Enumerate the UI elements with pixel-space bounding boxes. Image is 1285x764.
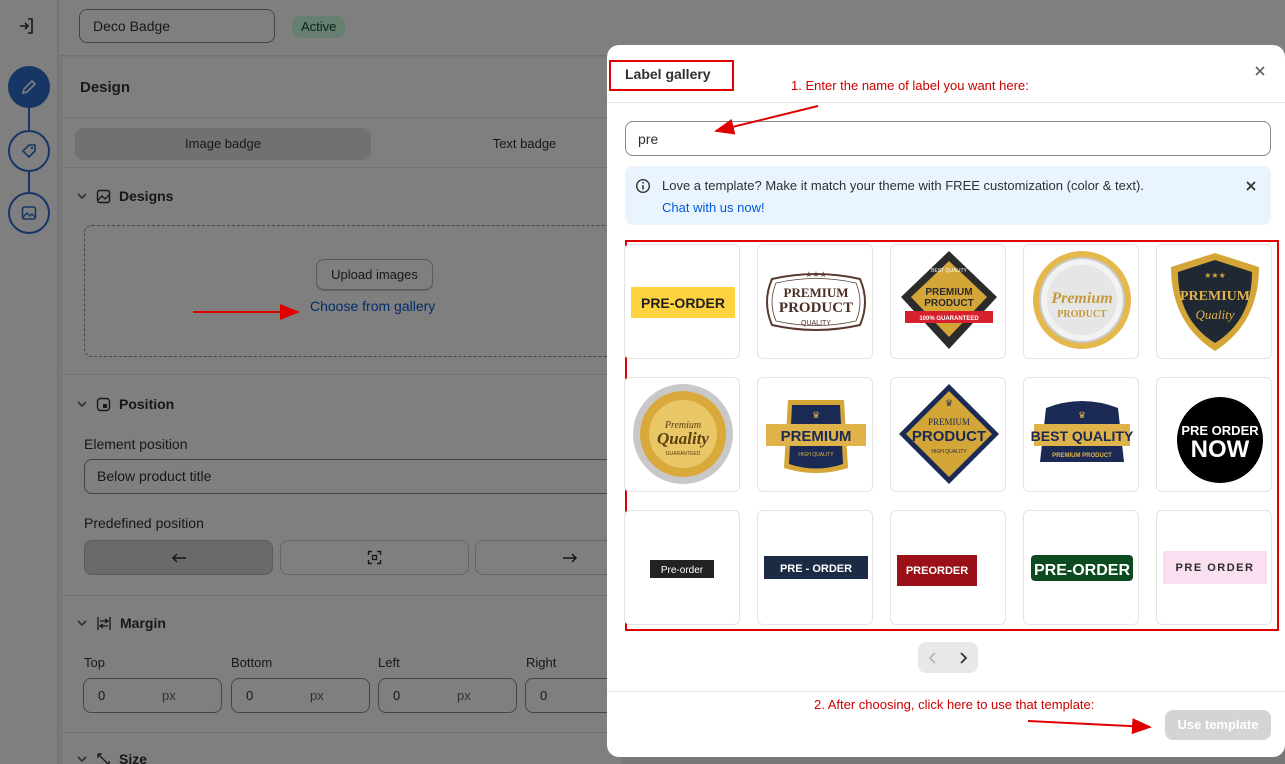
next-page-button[interactable] (948, 642, 978, 673)
previous-page-button[interactable] (918, 642, 948, 673)
svg-text:PREMIUM: PREMIUM (925, 287, 972, 298)
svg-text:Pre-order: Pre-order (661, 565, 704, 576)
svg-text:Quality: Quality (1196, 307, 1235, 322)
badge-preview: PRE-ORDER (1031, 555, 1133, 581)
svg-text:♛: ♛ (1078, 410, 1086, 420)
badge-template-card[interactable]: PRE-ORDER (624, 244, 740, 359)
badge-template-card[interactable]: ♛ PREMIUM PRODUCT HIGH QUALITY (890, 377, 1006, 492)
chat-with-us-link[interactable]: Chat with us now! (662, 200, 765, 215)
svg-text:HIGH QUALITY: HIGH QUALITY (931, 449, 967, 455)
divider (607, 102, 1285, 103)
badge-template-card[interactable]: ♛ BEST QUALITY PREMIUM PRODUCT (1023, 377, 1139, 492)
badge-template-card[interactable]: PREORDER (890, 510, 1006, 625)
pagination (918, 642, 978, 673)
badge-template-card[interactable]: ★★★ PREMIUM PRODUCT QUALITY (757, 244, 873, 359)
svg-text:★★★: ★★★ (1204, 271, 1226, 280)
badge-template-card[interactable]: BEST QUALITY PREMIUM PRODUCT 100% GUARAN… (890, 244, 1006, 359)
svg-text:PREMIUM: PREMIUM (781, 428, 852, 445)
badge-template-card[interactable]: Pre-order (624, 510, 740, 625)
svg-text:100% GUARANTEED: 100% GUARANTEED (919, 316, 979, 322)
svg-text:QUALITY: QUALITY (801, 320, 831, 327)
svg-text:PREMIUM PRODUCT: PREMIUM PRODUCT (1052, 453, 1112, 459)
svg-text:BEST QUALITY: BEST QUALITY (1031, 428, 1134, 444)
svg-text:PREMIUM: PREMIUM (784, 285, 849, 300)
svg-text:Premium: Premium (1050, 290, 1112, 307)
chevron-left-icon (928, 651, 936, 664)
badge-preview: ★★★ PREMIUM PRODUCT QUALITY (766, 270, 866, 331)
svg-text:PREMIUM: PREMIUM (928, 417, 970, 427)
svg-text:PRE ORDER: PRE ORDER (1176, 562, 1255, 574)
badge-preview: Premium PRODUCT (1033, 251, 1131, 349)
svg-text:PRE-ORDER: PRE-ORDER (1034, 562, 1130, 579)
badge-template-card[interactable]: PRE-ORDER (1023, 510, 1139, 625)
info-icon (635, 178, 651, 194)
badge-preview: Premium Quality GUARANTEED (633, 384, 733, 484)
svg-text:PRODUCT: PRODUCT (924, 298, 973, 309)
chevron-right-icon (960, 651, 968, 664)
svg-text:PRODUCT: PRODUCT (779, 300, 853, 316)
badge-template-card[interactable]: ★★★ PREMIUM Quality (1156, 244, 1272, 359)
svg-text:HIGH QUALITY: HIGH QUALITY (798, 452, 834, 458)
divider (607, 691, 1285, 692)
svg-text:BEST QUALITY: BEST QUALITY (931, 268, 967, 274)
svg-text:♛: ♛ (812, 410, 820, 420)
badge-template-card[interactable]: PRE ORDER NOW (1156, 377, 1272, 492)
badge-preview: PREORDER (897, 555, 977, 586)
badge-preview: ♛ PREMIUM PRODUCT HIGH QUALITY (899, 384, 999, 484)
badge-preview: Pre-order (650, 560, 714, 578)
badge-preview: BEST QUALITY PREMIUM PRODUCT 100% GUARAN… (901, 251, 997, 349)
badge-preview: ★★★ PREMIUM Quality (1171, 253, 1259, 351)
svg-text:PRODUCT: PRODUCT (912, 428, 986, 445)
badge-template-card[interactable]: Premium Quality GUARANTEED (624, 377, 740, 492)
svg-text:PRE-ORDER: PRE-ORDER (641, 295, 725, 311)
badge-preview: PRE - ORDER (764, 556, 868, 579)
svg-text:PRE - ORDER: PRE - ORDER (780, 563, 852, 575)
svg-text:GUARANTEED: GUARANTEED (666, 451, 701, 457)
badge-preview: PRE-ORDER (631, 287, 735, 318)
label-search-input[interactable] (625, 121, 1271, 156)
customization-banner: Love a template? Make it match your them… (625, 166, 1271, 225)
svg-text:★★★: ★★★ (805, 270, 827, 279)
annotation-highlight-box (609, 60, 734, 91)
svg-text:NOW: NOW (1191, 436, 1250, 463)
badge-preview: ♛ PREMIUM HIGH QUALITY (766, 400, 866, 473)
badge-preview: PRE ORDER (1163, 551, 1267, 584)
banner-message: Love a template? Make it match your them… (662, 178, 1144, 193)
badge-template-card[interactable]: Premium PRODUCT (1023, 244, 1139, 359)
badge-preview: ♛ BEST QUALITY PREMIUM PRODUCT (1031, 401, 1134, 462)
svg-text:PREMIUM: PREMIUM (1180, 289, 1250, 304)
badge-preview: PRE ORDER NOW (1177, 397, 1263, 483)
annotation-step-1: 1. Enter the name of label you want here… (791, 78, 1029, 93)
label-gallery-modal: Label gallery Love a template? Make it m… (607, 45, 1285, 757)
svg-text:♛: ♛ (945, 398, 953, 408)
annotation-step-2: 2. After choosing, click here to use tha… (814, 697, 1095, 712)
svg-text:PREORDER: PREORDER (906, 565, 968, 577)
badge-template-card[interactable]: PRE ORDER (1156, 510, 1272, 625)
badge-template-card[interactable]: ♛ PREMIUM HIGH QUALITY (757, 377, 873, 492)
close-icon[interactable] (1243, 178, 1259, 194)
close-icon[interactable] (1252, 63, 1268, 79)
svg-text:Quality: Quality (657, 429, 709, 448)
badge-template-card[interactable]: PRE - ORDER (757, 510, 873, 625)
use-template-button[interactable]: Use template (1165, 710, 1271, 740)
svg-text:PRODUCT: PRODUCT (1057, 309, 1107, 320)
